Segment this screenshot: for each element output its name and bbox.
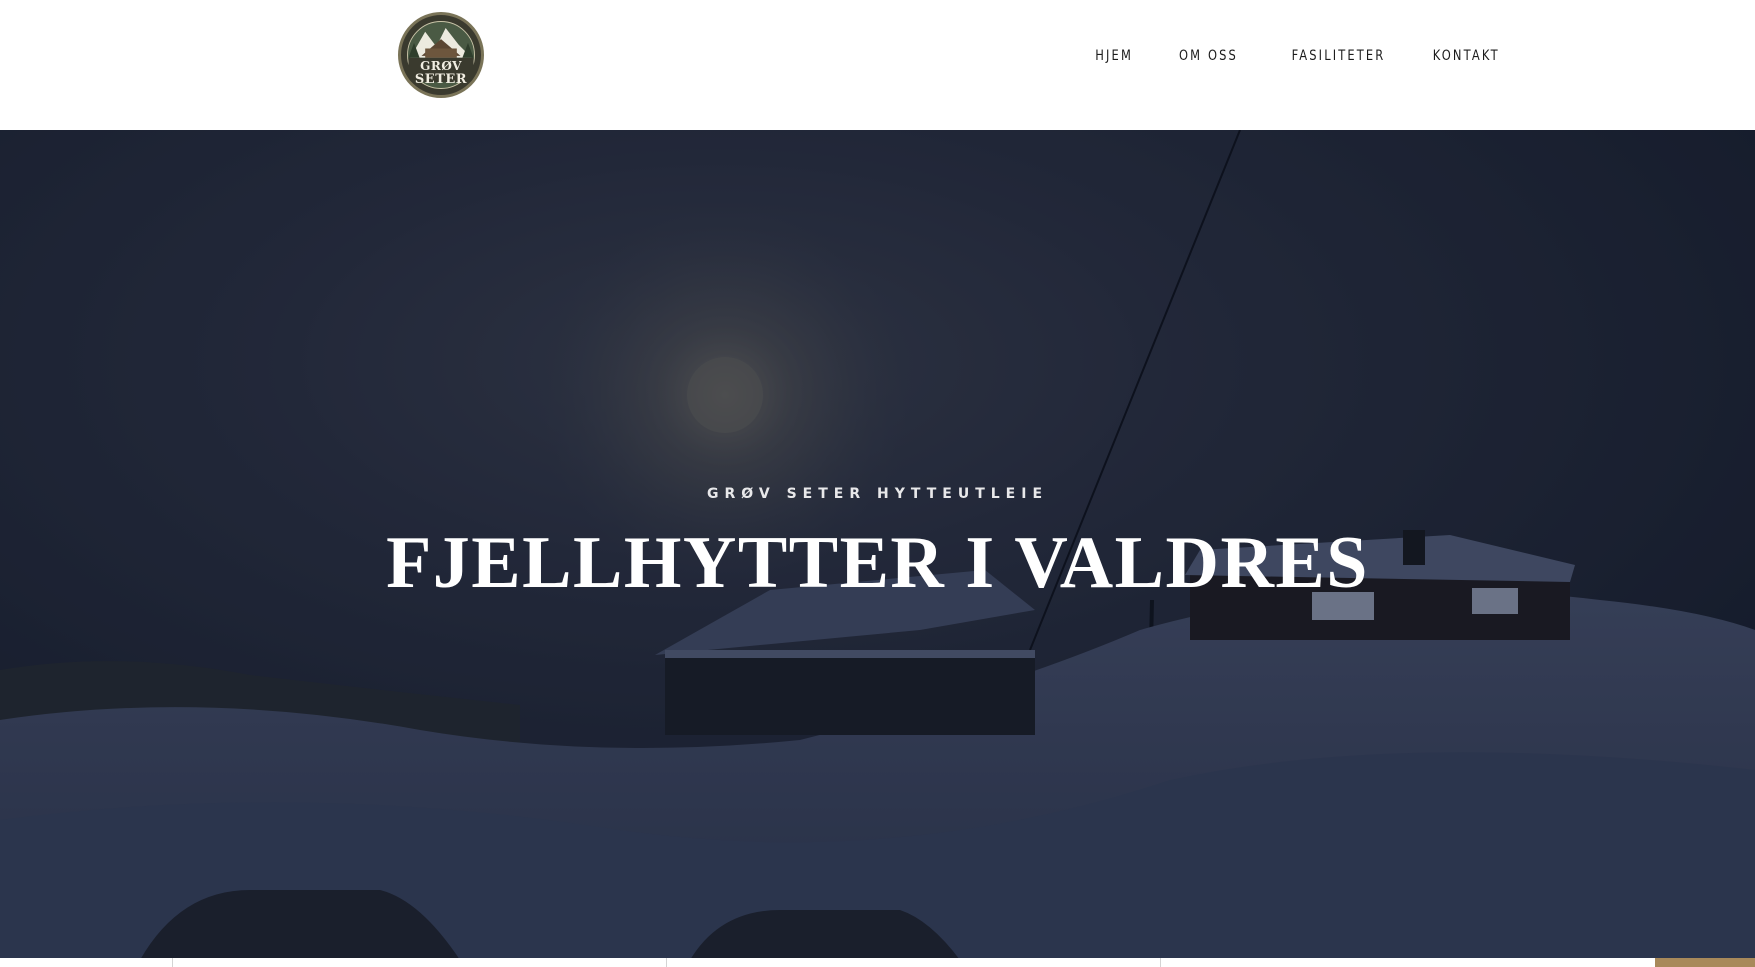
nav-item-kontakt[interactable]: KONTAKT — [1433, 45, 1500, 67]
logo-text-line1: GRØV — [420, 59, 462, 73]
section-divider — [172, 958, 173, 967]
site-logo[interactable]: GRØV SETER — [398, 12, 484, 98]
section-divider — [1160, 958, 1161, 967]
nav-item-om-oss[interactable]: OM OSS — [1179, 45, 1238, 67]
hero-title: FJELLHYTTER I VALDRES — [386, 522, 1369, 604]
main-nav: HJEM OM OSS FASILITETER KONTAKT — [1054, 45, 1500, 67]
hero-eyebrow: GRØV SETER HYTTEUTLEIE — [706, 486, 1049, 502]
next-section-edge — [0, 958, 1755, 967]
section-divider — [666, 958, 667, 967]
nav-item-fasiliteter[interactable]: FASILITETER — [1291, 45, 1385, 67]
nav-item-hjem[interactable]: HJEM — [1095, 45, 1133, 67]
site-header: GRØV SETER HJEM OM OSS FASILITETER KONTA… — [0, 0, 1755, 130]
logo-text-line2: SETER — [414, 72, 468, 87]
hero-section: GRØV SETER HYTTEUTLEIE FJELLHYTTER I VAL… — [0, 130, 1755, 960]
accent-block — [1655, 958, 1755, 967]
